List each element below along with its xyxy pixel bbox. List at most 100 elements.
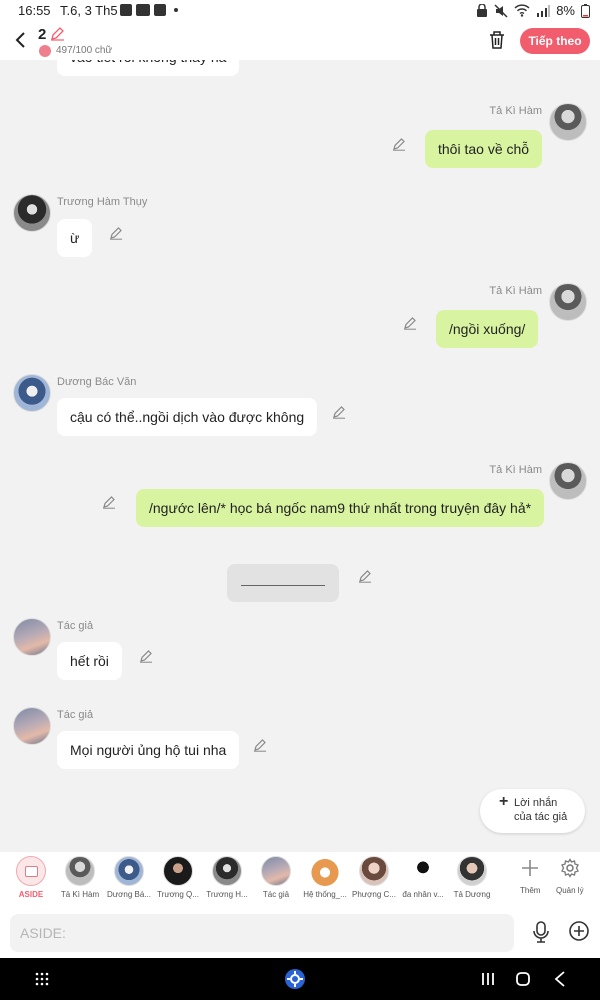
character-label: đa nhân v...	[402, 890, 444, 899]
author-note-line2: của tác giả	[514, 811, 568, 823]
word-count-icon	[39, 45, 51, 57]
sender-name: Tả Kì Hàm	[489, 285, 542, 297]
message-bubble[interactable]: /ngước lên/* học bá ngốc nam9 thứ nhất t…	[136, 489, 545, 527]
back-nav-icon[interactable]	[553, 970, 567, 988]
notification-icons	[120, 4, 178, 16]
message-bubble[interactable]: vào tiết rồi không thấy hả	[57, 60, 240, 76]
message-bubble[interactable]: hết rồi	[57, 642, 122, 680]
battery-percent: 8%	[556, 3, 575, 18]
lock-icon	[477, 4, 488, 17]
more-notifications-icon	[174, 8, 178, 12]
next-button[interactable]: Tiếp theo	[520, 28, 590, 54]
edit-pencil-icon[interactable]	[253, 738, 267, 752]
add-icon	[522, 860, 538, 876]
wifi-icon	[514, 4, 530, 17]
character-bar: ASIDE Tả Kì Hàm Dương Bá... Trương Q... …	[0, 852, 600, 908]
signal-icon	[537, 4, 551, 17]
character-item[interactable]: Trương H...	[204, 856, 250, 899]
input-row	[0, 908, 600, 958]
avatar	[261, 856, 291, 886]
silhouette-avatar	[408, 856, 438, 886]
author-note-button[interactable]: + Lời nhắn của tác giả	[480, 789, 585, 833]
character-item[interactable]: Hệ thống_...	[302, 856, 348, 899]
shiba-avatar	[310, 856, 340, 886]
message-bubble[interactable]: Mọi người ủng hộ tui nha	[57, 731, 240, 769]
status-date: T.6, 3 Th5	[60, 3, 118, 18]
character-item[interactable]: Tả Kì Hàm	[57, 856, 103, 899]
edit-pencil-icon[interactable]	[403, 316, 417, 330]
character-label: Trương H...	[206, 890, 248, 899]
author-note-line1: Lời nhắn	[514, 797, 558, 809]
sender-name: Dương Bác Văn	[57, 376, 137, 388]
sender-name: Trương Hàm Thụy	[57, 196, 148, 208]
character-item[interactable]: Dương Bá...	[106, 856, 152, 899]
character-item[interactable]: Trương Q...	[155, 856, 201, 899]
message-bubble[interactable]: ừ	[57, 219, 93, 257]
gallery-icon	[120, 4, 132, 16]
avatar	[457, 856, 487, 886]
avatar	[114, 856, 144, 886]
message-input[interactable]	[10, 914, 514, 952]
avatar	[359, 856, 389, 886]
message-bubble[interactable]: cậu có thể..ngồi dịch vào được không	[57, 398, 318, 436]
edit-pencil-icon[interactable]	[332, 405, 346, 419]
edit-pencil-icon[interactable]	[392, 137, 406, 151]
battery-icon	[581, 3, 590, 18]
character-label: Phượng C...	[352, 890, 396, 899]
settings-shortcut-icon[interactable]	[284, 968, 306, 990]
recent-apps-icon[interactable]	[480, 971, 496, 987]
avatar	[549, 283, 587, 321]
manage-label: Quản lý	[556, 886, 584, 895]
avatar	[549, 462, 587, 500]
avatar	[549, 103, 587, 141]
mute-icon	[494, 3, 508, 18]
character-label: Tả Kì Hàm	[60, 890, 100, 899]
edit-pencil-icon[interactable]	[109, 226, 123, 240]
add-circle-icon[interactable]	[568, 920, 590, 942]
character-item[interactable]: đa nhân v...	[400, 856, 446, 899]
character-item[interactable]: Phượng C...	[351, 856, 397, 899]
sender-name: Tác giả	[57, 620, 94, 632]
file-icon	[154, 4, 166, 16]
chapter-number: 2	[38, 26, 47, 43]
sender-name: Tả Kì Hàm	[489, 464, 542, 476]
status-time: 16:55	[18, 3, 51, 18]
edit-pencil-icon[interactable]	[139, 649, 153, 663]
trash-icon[interactable]	[488, 30, 506, 50]
status-bar: 16:55 T.6, 3 Th5 8%	[0, 0, 600, 22]
avatar	[13, 374, 51, 412]
avatar	[65, 856, 95, 886]
zalo-icon	[136, 4, 150, 16]
word-count: 497/100 chữ	[56, 45, 113, 56]
divider-line	[241, 585, 325, 586]
sender-name: Tả Kì Hàm	[489, 105, 542, 117]
avatar	[163, 856, 193, 886]
avatar	[212, 856, 242, 886]
avatar	[13, 194, 51, 232]
character-label: Dương Bá...	[107, 890, 151, 899]
character-label: Trương Q...	[157, 890, 199, 899]
navigation-bar	[0, 958, 600, 1000]
edit-pencil-icon[interactable]	[358, 569, 372, 583]
app-grid-icon[interactable]	[35, 972, 49, 986]
scene-divider[interactable]	[227, 564, 339, 602]
editor-header: 2 497/100 chữ Tiếp theo	[0, 22, 600, 60]
gear-icon	[561, 858, 579, 878]
home-icon[interactable]	[515, 971, 531, 987]
character-label: Tả Dương	[453, 890, 491, 899]
back-button[interactable]	[10, 29, 32, 51]
message-bubble[interactable]: /ngồi xuống/	[436, 310, 539, 348]
edit-pencil-icon[interactable]	[102, 495, 116, 509]
avatar	[13, 618, 51, 656]
character-item[interactable]: Tác giả	[253, 856, 299, 899]
character-label: Tác giả	[262, 890, 290, 899]
message-bubble[interactable]: thôi tao về chỗ	[425, 130, 543, 168]
character-item[interactable]: Tả Dương	[449, 856, 495, 899]
system-status-icons: 8%	[476, 3, 590, 18]
character-label: ASIDE	[18, 890, 44, 899]
plus-icon: +	[499, 793, 509, 810]
microphone-icon[interactable]	[530, 920, 552, 944]
edit-title-icon[interactable]	[50, 26, 65, 41]
add-label: Thêm	[520, 886, 541, 895]
character-aside[interactable]: ASIDE	[8, 856, 54, 899]
